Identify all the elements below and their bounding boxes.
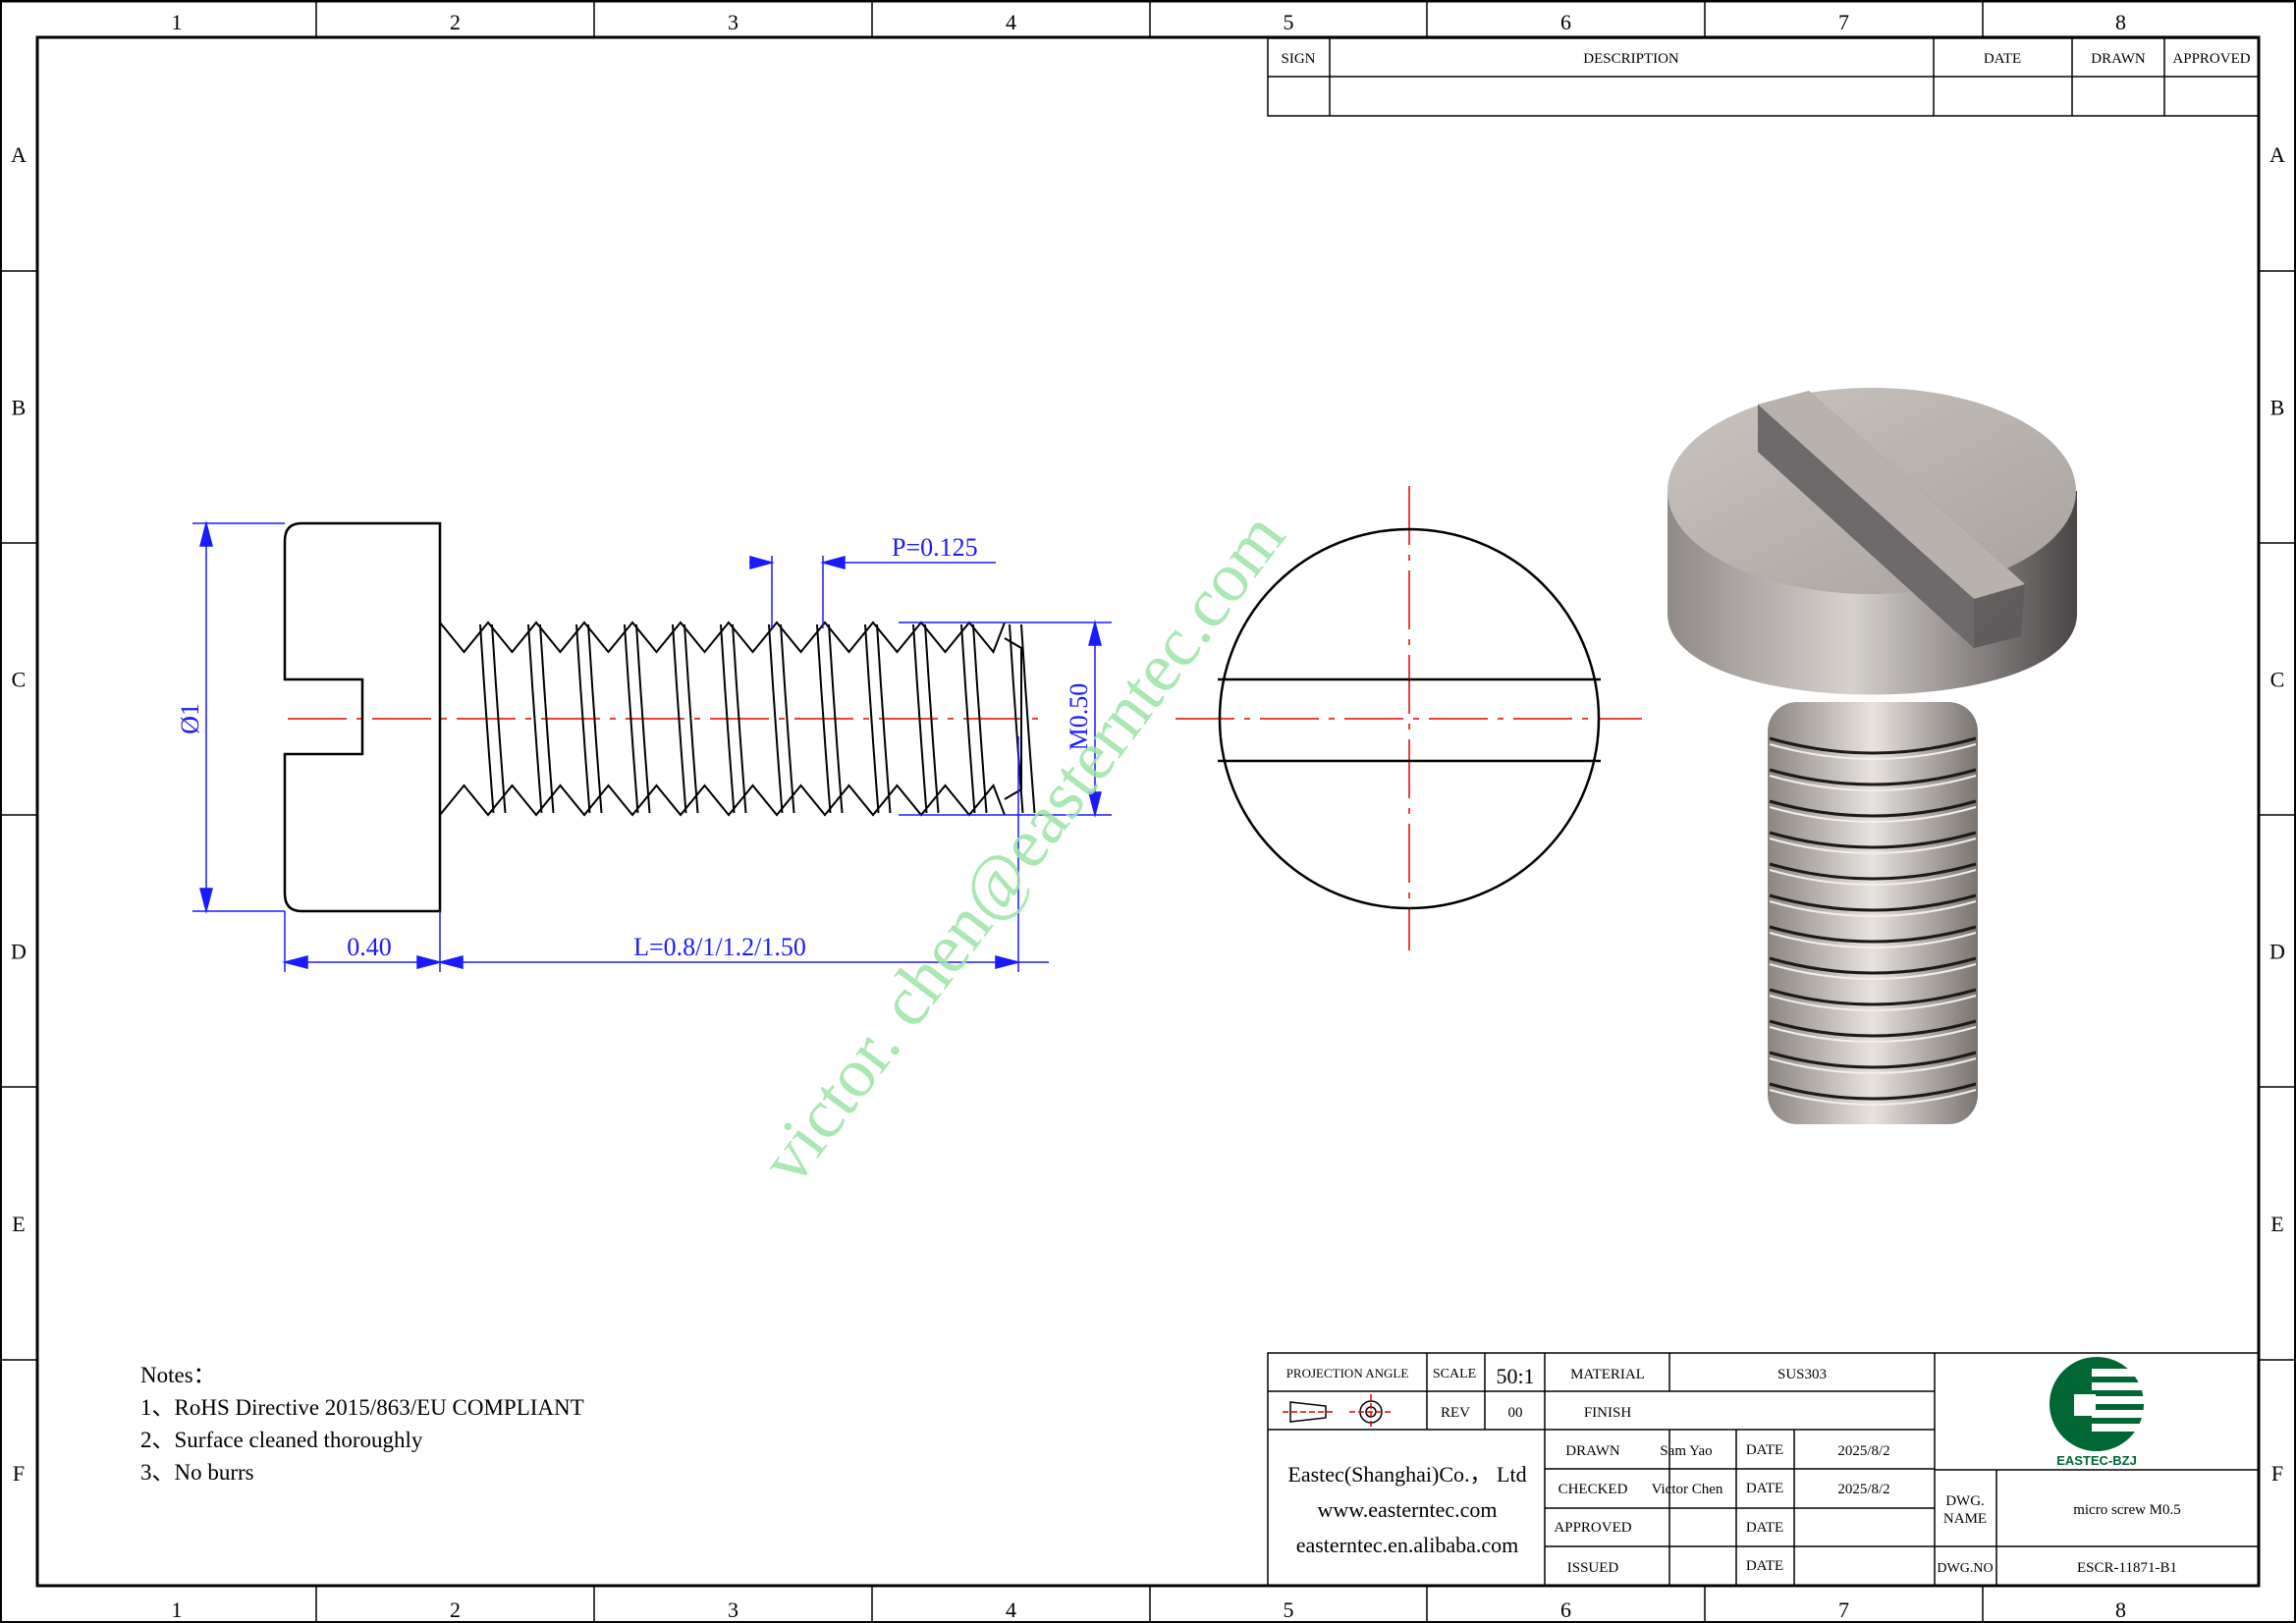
zone-row-label: D (2269, 940, 2285, 964)
zone-row-label: A (11, 142, 27, 167)
dwg-name-value: micro screw M0.5 (2073, 1502, 2181, 1518)
company-name: Eastec(Shanghai)Co.， Ltd (1287, 1462, 1527, 1487)
zone-column-label: 8 (2115, 10, 2126, 34)
zone-row-label: B (12, 396, 27, 420)
approved-date-label: DATE (1746, 1520, 1783, 1536)
zone-column-label: 6 (1560, 1597, 1571, 1622)
screw-3d-render (1667, 388, 2077, 1124)
drawn-date-value: 2025/8/2 (1837, 1443, 1889, 1459)
zone-column-label: 8 (2115, 1597, 2126, 1622)
note-item-3: 3、No burrs (140, 1460, 254, 1485)
zone-column-label: 2 (450, 1597, 461, 1622)
checked-date-label: DATE (1746, 1481, 1783, 1496)
zone-column-label: 7 (1838, 1597, 1849, 1622)
length-dimension-label: L=0.8/1/1.2/1.50 (633, 933, 806, 961)
zone-row-label: F (2271, 1461, 2283, 1486)
zone-column-label: 1 (172, 1597, 183, 1622)
projection-angle-label: PROJECTION ANGLE (1286, 1366, 1409, 1380)
notes-title: Notes： (140, 1363, 216, 1387)
zone-column-label: 1 (172, 10, 183, 34)
drawn-label: DRAWN (1565, 1443, 1620, 1459)
company-website: www.easterntec.com (1317, 1497, 1498, 1522)
pitch-dimension-label: P=0.125 (892, 533, 978, 562)
rev-header-approved: APPROVED (2172, 51, 2250, 67)
head-length-dimension-label: 0.40 (347, 933, 392, 961)
rev-header-sign: SIGN (1281, 51, 1315, 67)
scale-label: SCALE (1433, 1367, 1476, 1381)
rev-header-date: DATE (1984, 51, 2021, 67)
dwg-no-label: DWG.NO (1937, 1561, 1993, 1576)
zone-column-label: 5 (1284, 1597, 1294, 1622)
finish-label: FINISH (1584, 1405, 1632, 1421)
zone-column-label: 3 (728, 10, 738, 34)
zone-column-label: 6 (1560, 10, 1571, 34)
dwg-no-value: ESCR-11871-B1 (2077, 1560, 2177, 1576)
zone-column-label: 4 (1006, 10, 1016, 34)
note-item-2: 2、Surface cleaned thoroughly (140, 1428, 423, 1452)
eastec-logo: EASTEC-BZJ (2050, 1357, 2147, 1468)
issued-label: ISSUED (1567, 1560, 1619, 1576)
approved-label: APPROVED (1554, 1520, 1631, 1536)
zone-column-label: 4 (1006, 1597, 1016, 1622)
note-item-1: 1、RoHS Directive 2015/863/EU COMPLIANT (140, 1395, 584, 1420)
projection-symbol-icon (1283, 1394, 1393, 1430)
zone-row-label: A (2269, 142, 2285, 167)
zone-column-label: 3 (728, 1597, 738, 1622)
company-info: Eastec(Shanghai)Co.， Ltd www.easterntec.… (1270, 1457, 1545, 1563)
checked-value: Victor Chen (1652, 1482, 1723, 1497)
scale-value: 50:1 (1496, 1364, 1534, 1388)
dwg-name-label-line1: DWG. (1945, 1493, 1985, 1509)
checked-date-value: 2025/8/2 (1837, 1482, 1889, 1497)
dwg-name-label-line2: NAME (1943, 1511, 1987, 1527)
zone-row-label: C (12, 668, 27, 692)
revision-table (1267, 37, 2260, 117)
screw-head-outline (283, 521, 442, 913)
thread-crest-bottom (439, 784, 1006, 817)
rev-label: REV (1441, 1405, 1470, 1421)
zone-column-label: 2 (450, 10, 461, 34)
zone-row-label: F (13, 1461, 25, 1486)
zone-column-label: 7 (1838, 10, 1849, 34)
zone-row-label: D (11, 940, 27, 964)
rev-value: 00 (1508, 1405, 1523, 1421)
revision-table-headers: SIGN DESCRIPTION DATE DRAWN APPROVED (1281, 51, 2250, 67)
zone-row-label: B (2270, 396, 2285, 420)
notes-block: Notes： 1、RoHS Directive 2015/863/EU COMP… (140, 1359, 584, 1488)
drawn-date-label: DATE (1746, 1442, 1783, 1458)
checked-label: CHECKED (1558, 1482, 1628, 1497)
drawn-value: Sam Yao (1660, 1443, 1712, 1459)
material-value: SUS303 (1777, 1367, 1827, 1382)
issued-date-label: DATE (1746, 1558, 1783, 1574)
company-store: easterntec.en.alibaba.com (1295, 1533, 1519, 1557)
rev-header-drawn: DRAWN (2091, 51, 2146, 67)
diameter-dimension-label: Ø1 (176, 703, 204, 734)
rev-header-description: DESCRIPTION (1583, 51, 1679, 67)
logo-text: EASTEC-BZJ (2056, 1453, 2137, 1468)
material-label: MATERIAL (1570, 1367, 1645, 1382)
zone-column-label: 5 (1284, 10, 1294, 34)
side-view (283, 521, 1041, 913)
zone-row-label: C (2270, 668, 2285, 692)
zone-row-label: E (2270, 1212, 2283, 1236)
watermark-text: victor. chen@easterntec.com (745, 498, 1300, 1198)
zone-row-label: E (12, 1212, 25, 1236)
